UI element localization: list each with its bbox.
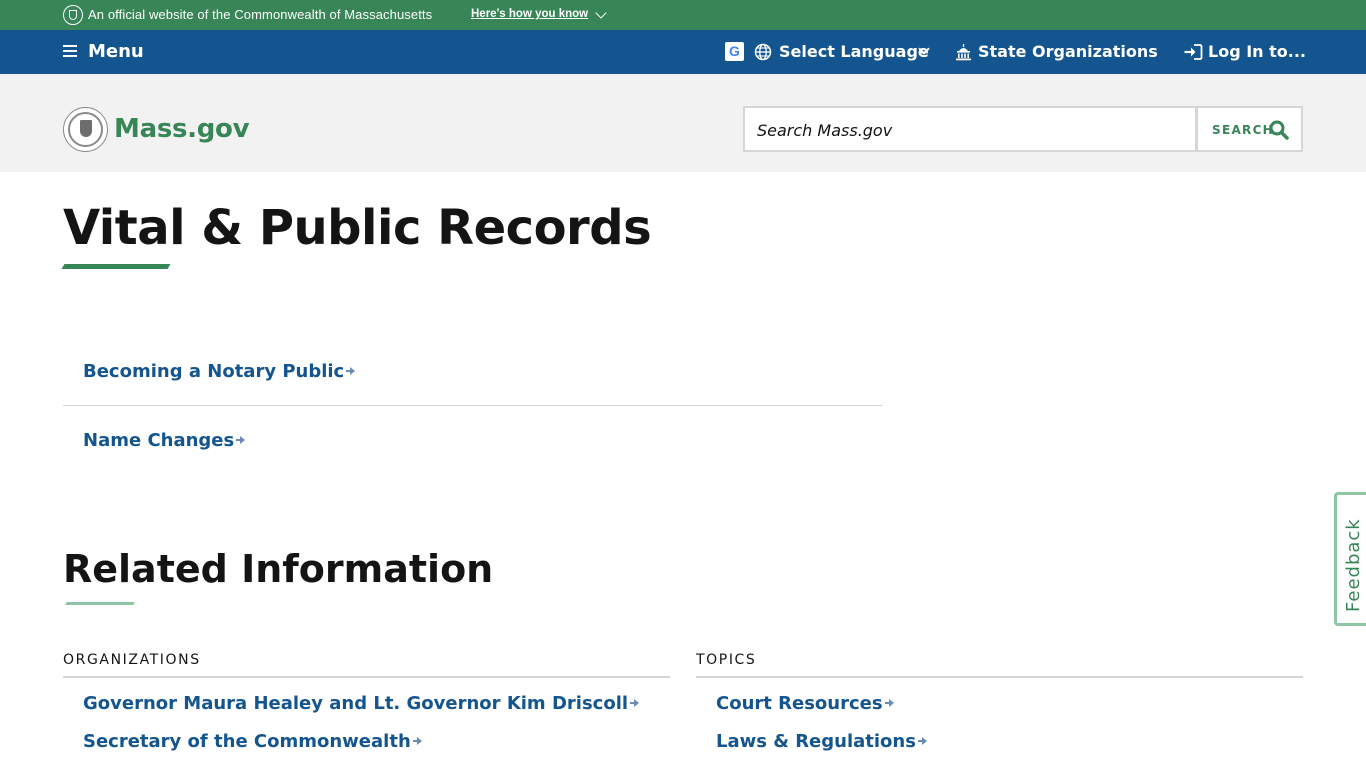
court-resources-link[interactable]: Court Resources (716, 693, 894, 714)
page-title: Vital & Public Records (63, 200, 652, 256)
name-changes-link[interactable]: Name Changes (83, 430, 246, 451)
laws-regulations-link[interactable]: Laws & Regulations (716, 731, 927, 752)
globe-icon (754, 43, 772, 61)
arrow-right-icon (346, 367, 356, 375)
hamburger-icon[interactable] (63, 45, 77, 57)
record-links-list: Becoming a Notary Public Name Changes (63, 336, 883, 476)
secretary-link[interactable]: Secretary of the Commonwealth (83, 731, 422, 752)
arrow-right-icon (884, 699, 894, 707)
mass-seal-logo-icon[interactable] (63, 107, 108, 152)
topics-divider (696, 676, 1303, 678)
menu-button[interactable]: Menu (88, 41, 144, 62)
login-icon (1184, 44, 1203, 60)
search-input[interactable] (757, 121, 1177, 140)
search-button-label: SEARCH (1212, 123, 1275, 137)
search-button[interactable]: SEARCH (1196, 106, 1303, 152)
select-language-button[interactable]: Select Language (779, 42, 929, 61)
becoming-notary-link[interactable]: Becoming a Notary Public (83, 361, 356, 382)
governor-link[interactable]: Governor Maura Healey and Lt. Governor K… (83, 693, 640, 714)
state-organizations-button[interactable]: State Organizations (978, 42, 1158, 61)
related-information-heading: Related Information (63, 547, 494, 591)
arrow-right-icon (917, 737, 927, 745)
heres-how-you-know-link[interactable]: Here's how you know (471, 8, 588, 20)
arrow-right-icon (630, 699, 640, 707)
title-underline (61, 264, 171, 269)
site-header: Mass.gov SEARCH (0, 74, 1366, 172)
arrow-right-icon (412, 737, 422, 745)
official-banner-text: An official website of the Commonwealth … (88, 7, 433, 22)
official-website-banner: An official website of the Commonwealth … (0, 0, 1366, 30)
organizations-divider (63, 676, 670, 678)
list-item: Becoming a Notary Public (63, 336, 883, 406)
related-underline (65, 602, 135, 605)
feedback-label[interactable]: Feedback (1343, 518, 1364, 612)
google-translate-icon: G (725, 42, 744, 61)
search-field-container (743, 106, 1197, 152)
organizations-heading: ORGANIZATIONS (63, 652, 201, 668)
log-in-button[interactable]: Log In to... (1208, 42, 1306, 61)
state-seal-icon (63, 5, 83, 25)
list-item: Name Changes (63, 406, 883, 476)
chevron-down-icon[interactable] (595, 7, 607, 19)
topics-heading: TOPICS (696, 652, 757, 668)
utility-nav: Menu G Select Language State Organizatio… (0, 30, 1366, 74)
state-house-icon (956, 44, 971, 61)
arrow-right-icon (236, 436, 246, 444)
search-icon (1269, 120, 1289, 140)
mass-gov-logo[interactable]: Mass.gov (114, 114, 250, 144)
